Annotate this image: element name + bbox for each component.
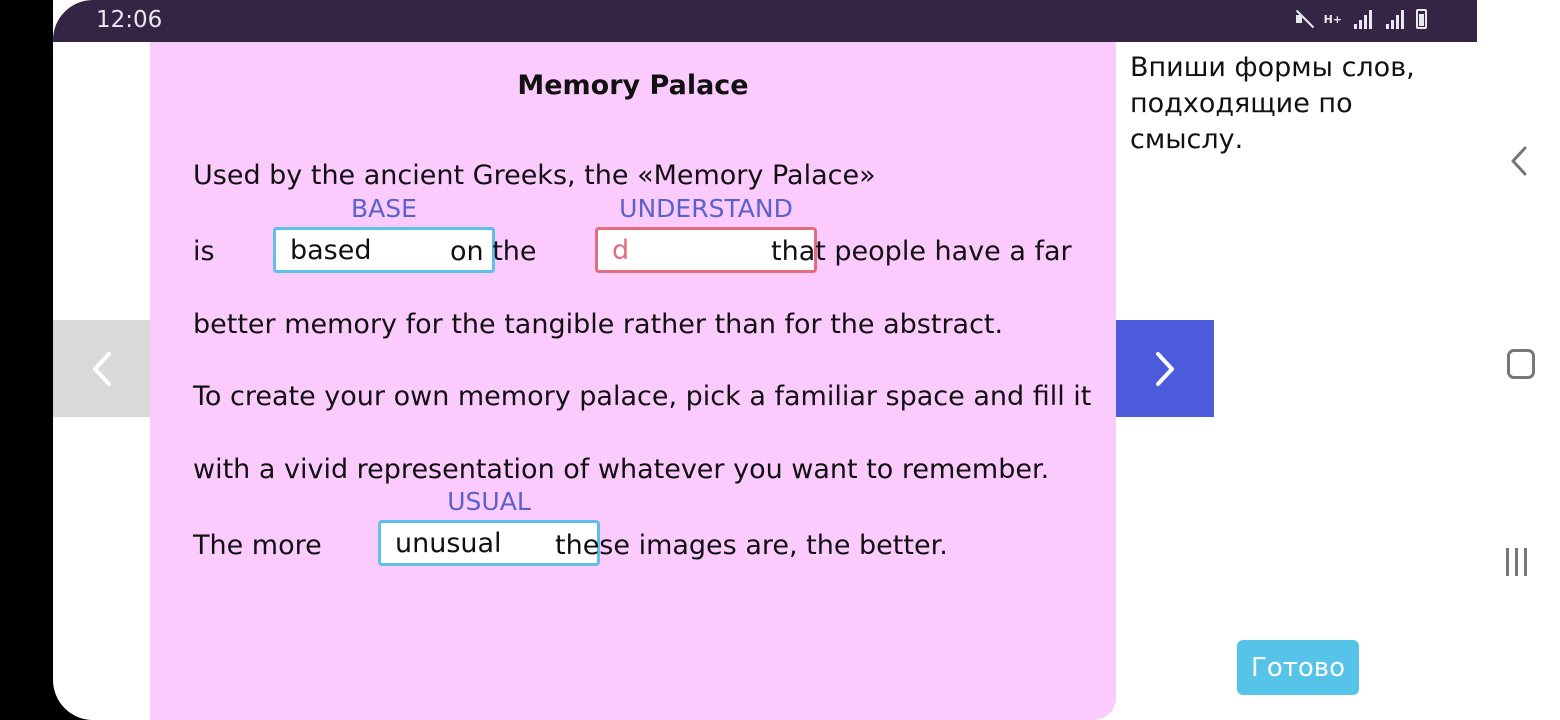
task-instruction: Впиши формы слов, подходящие по смыслу. [1130,52,1415,155]
system-home-icon[interactable] [1507,349,1535,379]
text-line-4: To create your own memory palace, pick a… [193,381,1092,412]
text-line-3: better memory for the tangible rather th… [193,309,1004,340]
app-screen: 12:06 H+ Memory Palace Used by the ancie… [53,0,1477,720]
status-time: 12:06 [96,7,163,33]
chevron-left-icon [92,351,111,386]
previous-button[interactable] [53,320,150,417]
status-icons: H+ [1294,9,1427,29]
next-button[interactable] [1116,320,1214,417]
battery-icon [1416,9,1427,29]
text-line-2-rest: that people have a far [771,236,1072,267]
system-recents-icon[interactable] [1506,548,1527,576]
gap-hint-base: BASE [351,194,417,223]
network-type-icon: H+ [1323,12,1342,26]
gap-hint-understand: UNDERSTAND [619,194,793,223]
signal-icon [1352,9,1374,29]
text-is: is [193,236,215,267]
text-line-1: Used by the ancient Greeks, the «Memory … [193,160,876,191]
text-the-more: The more [193,530,322,561]
text-line-5: with a vivid representation of whatever … [193,454,1050,485]
mute-icon [1294,9,1314,29]
signal-icon-2 [1384,9,1406,29]
text-line-6-end: these images are, the better. [555,530,948,561]
system-back-icon[interactable] [1509,146,1529,176]
chevron-right-icon [1156,351,1174,386]
system-navigation-bar [1477,0,1560,720]
gap-hint-usual: USUAL [447,487,531,516]
status-bar: 12:06 H+ [53,0,1477,42]
text-on-the: on the [450,236,537,267]
exercise-title: Memory Palace [517,70,749,101]
exercise-panel: Memory Palace Used by the ancient Greeks… [150,42,1116,720]
done-button[interactable]: Готово [1237,640,1359,695]
